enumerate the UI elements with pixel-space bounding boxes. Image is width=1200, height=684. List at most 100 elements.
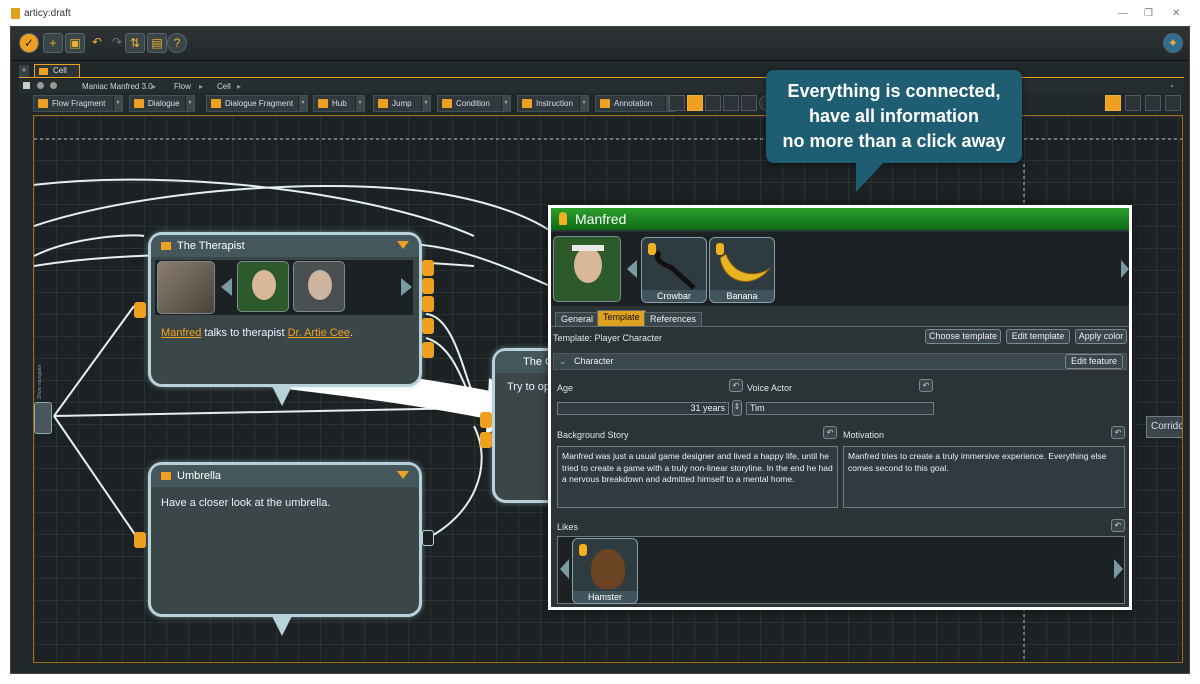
- back-icon[interactable]: [37, 82, 44, 89]
- chevron-down-icon[interactable]: [397, 241, 409, 249]
- entity-portrait[interactable]: [553, 236, 621, 302]
- minimize-button[interactable]: —: [1118, 8, 1128, 19]
- chevron-down-icon[interactable]: ⌄: [559, 354, 567, 369]
- breadcrumb-item-flow[interactable]: Flow: [174, 82, 191, 91]
- chevron-down-icon[interactable]: [397, 471, 409, 479]
- sync-icon[interactable]: ⇅: [125, 33, 145, 53]
- help-icon[interactable]: ?: [167, 33, 187, 53]
- output-pin[interactable]: [422, 260, 434, 276]
- new-icon[interactable]: +: [43, 33, 63, 53]
- user-icon[interactable]: ✦: [1163, 33, 1183, 53]
- forward-icon[interactable]: [50, 82, 57, 89]
- arrow-right-icon[interactable]: [1114, 559, 1123, 579]
- background-story-field[interactable]: Manfred was just a usual game designer a…: [557, 446, 838, 508]
- choose-template-button[interactable]: Choose template: [925, 329, 1001, 344]
- input-pin[interactable]: [480, 432, 492, 448]
- motivation-field[interactable]: Manfred tries to create a truly immersiv…: [843, 446, 1125, 508]
- output-pin[interactable]: [422, 318, 434, 334]
- output-pin[interactable]: [422, 296, 434, 312]
- view-icon[interactable]: [669, 95, 685, 111]
- chevron-down-icon[interactable]: ▾: [113, 96, 122, 111]
- dialogue-node-therapist[interactable]: The Therapist Manfred talks to therapist…: [148, 232, 422, 387]
- callout-line: no more than a click away: [782, 131, 1006, 151]
- dialogue-node-umbrella[interactable]: Umbrella Have a closer look at the umbre…: [148, 462, 422, 617]
- window-titlebar: articy:draft — ❐ ✕: [0, 0, 1200, 26]
- view-icon[interactable]: [723, 95, 739, 111]
- side-navigator-label[interactable]: Show navigator: [37, 359, 43, 399]
- input-pin[interactable]: [134, 302, 146, 318]
- feature-section-character[interactable]: ⌄ Character: [553, 353, 1127, 370]
- jump-button[interactable]: Jump ▾: [373, 95, 431, 112]
- input-pin[interactable]: [480, 412, 492, 428]
- condition-button[interactable]: Condition ▾: [437, 95, 511, 112]
- annotation-button[interactable]: Annotation▾: [595, 95, 675, 112]
- corridor-node[interactable]: Corridor: [1146, 416, 1182, 438]
- dialogue-button[interactable]: Dialogue ▾: [129, 95, 195, 112]
- window-icon[interactable]: ▤: [147, 33, 167, 53]
- flow-fragment-button[interactable]: Flow Fragment ▾: [33, 95, 123, 112]
- output-pin[interactable]: [422, 342, 434, 358]
- add-tab-button[interactable]: +: [19, 65, 29, 77]
- item-hamster[interactable]: Hamster: [572, 538, 638, 604]
- chevron-down-icon[interactable]: ▾: [298, 96, 307, 111]
- instruction-button[interactable]: Instruction ▾: [517, 95, 589, 112]
- item-crowbar[interactable]: Crowbar: [641, 237, 707, 303]
- rss-icon[interactable]: ◔: [1169, 82, 1174, 91]
- hub-icon: [318, 99, 328, 108]
- reset-icon[interactable]: ↶: [1111, 519, 1125, 532]
- input-pin[interactable]: [134, 532, 146, 548]
- dialogue-fragment-button[interactable]: Dialogue Fragment ▾: [206, 95, 308, 112]
- item-banana[interactable]: Banana: [709, 237, 775, 303]
- tab-template[interactable]: Template: [597, 310, 646, 327]
- view-icon[interactable]: [687, 95, 703, 111]
- tab-cell[interactable]: Cell: [34, 64, 80, 78]
- item-icon: [579, 544, 587, 556]
- link-manfred[interactable]: Manfred: [161, 327, 201, 339]
- breadcrumb-item-project[interactable]: Maniac Manfred 3.0: [82, 82, 153, 91]
- app-menu-icon[interactable]: ✓: [19, 33, 39, 53]
- layout-icon[interactable]: [1145, 95, 1161, 111]
- chevron-down-icon[interactable]: ▾: [501, 96, 510, 111]
- apply-color-button[interactable]: Apply color: [1075, 329, 1127, 344]
- chevron-down-icon[interactable]: ▾: [579, 96, 588, 111]
- chevron-down-icon[interactable]: ▾: [421, 96, 430, 111]
- arrow-left-icon[interactable]: [221, 278, 232, 296]
- reset-icon[interactable]: ↶: [823, 426, 837, 439]
- chevron-down-icon[interactable]: ▾: [355, 96, 364, 111]
- output-pin[interactable]: [422, 530, 434, 546]
- arrow-right-icon[interactable]: [1121, 260, 1129, 278]
- breadcrumb-item-cell[interactable]: Cell: [217, 82, 231, 91]
- redo-icon[interactable]: ↷: [107, 33, 127, 53]
- link-dr-artie-cee[interactable]: Dr. Artie Cee: [288, 327, 350, 339]
- arrow-right-icon[interactable]: [401, 278, 412, 296]
- tab-general[interactable]: General: [555, 312, 600, 327]
- hub-button[interactable]: Hub ▾: [313, 95, 365, 112]
- edit-template-button[interactable]: Edit template: [1006, 329, 1070, 344]
- edit-feature-button[interactable]: Edit feature: [1065, 354, 1123, 369]
- tab-references[interactable]: References: [644, 312, 703, 327]
- view-icon[interactable]: [741, 95, 757, 111]
- save-icon[interactable]: ▣: [65, 33, 85, 53]
- restore-button[interactable]: ❐: [1144, 8, 1153, 19]
- reset-icon[interactable]: ↶: [1111, 426, 1125, 439]
- age-field[interactable]: 31 years: [557, 402, 729, 415]
- arrow-left-icon[interactable]: [560, 559, 569, 579]
- voice-actor-field[interactable]: Tim: [746, 402, 934, 415]
- speech-tail: [272, 616, 292, 636]
- layout-icon[interactable]: [1105, 95, 1121, 111]
- home-icon[interactable]: [23, 82, 30, 89]
- layout-icon[interactable]: [1125, 95, 1141, 111]
- reset-icon[interactable]: ↶: [729, 379, 743, 392]
- close-button[interactable]: ✕: [1172, 8, 1180, 19]
- navigator-handle[interactable]: [34, 402, 52, 434]
- chevron-right-icon: ▸: [237, 82, 242, 91]
- chevron-down-icon[interactable]: ▾: [185, 96, 194, 111]
- output-pin[interactable]: [422, 278, 434, 294]
- undo-icon[interactable]: ↶: [87, 33, 107, 53]
- arrow-left-icon[interactable]: [627, 260, 637, 278]
- reset-icon[interactable]: ↶: [919, 379, 933, 392]
- layout-icon[interactable]: [1165, 95, 1181, 111]
- view-icon[interactable]: [705, 95, 721, 111]
- dialogue-label: Dialogue: [148, 99, 180, 108]
- spinner-icon[interactable]: ⇕: [732, 400, 742, 416]
